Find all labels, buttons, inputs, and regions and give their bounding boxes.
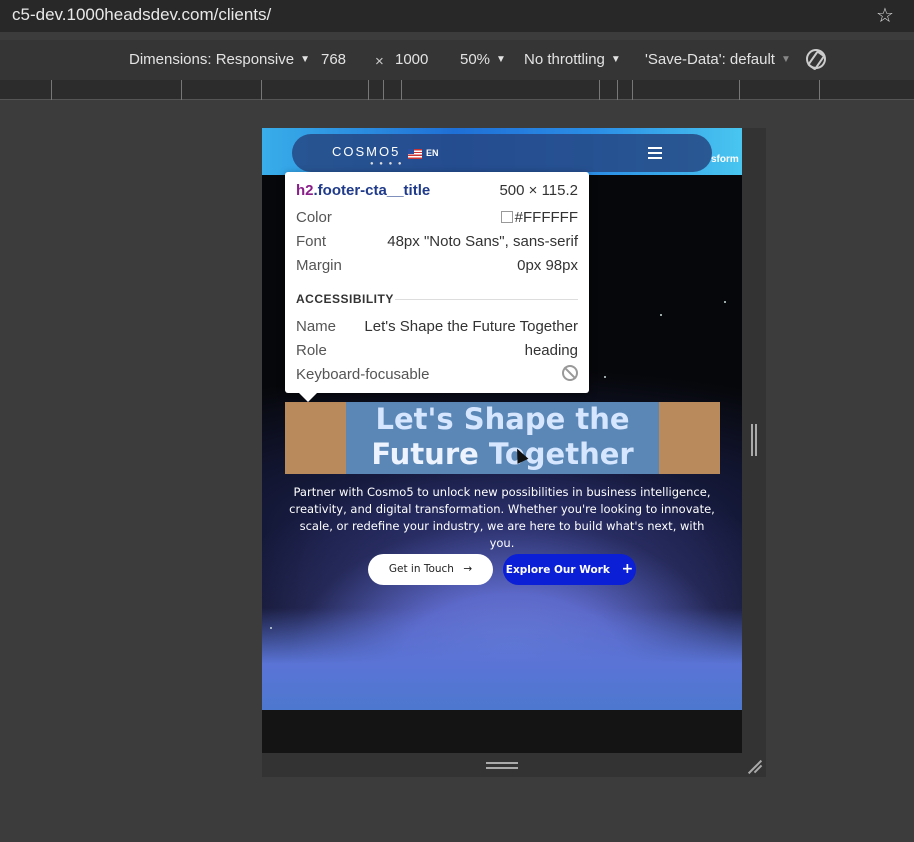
- arrow-right-icon: →: [463, 563, 473, 575]
- get-in-touch-button[interactable]: Get in Touch →: [368, 554, 493, 585]
- media-query-ruler: [0, 80, 914, 100]
- throttling-dropdown[interactable]: No throttling ▼: [524, 51, 621, 68]
- plus-icon: +: [621, 561, 634, 577]
- color-label: Color: [296, 209, 332, 226]
- throttling-label: No throttling: [524, 51, 605, 68]
- zoom-dropdown[interactable]: 50% ▼: [460, 51, 506, 68]
- nav-bar: COSMO5 ● ● ● ● EN: [292, 134, 712, 172]
- times-sign: ×: [375, 53, 384, 70]
- language-switch[interactable]: EN: [426, 148, 439, 158]
- star-icon[interactable]: ☆: [876, 3, 894, 28]
- margin-label: Margin: [296, 257, 342, 274]
- resize-handle-right[interactable]: [751, 424, 757, 456]
- star-dot: [270, 627, 272, 629]
- dropdown-arrow-icon: ▼: [610, 54, 621, 65]
- role-value: heading: [524, 342, 578, 359]
- zoom-label: 50%: [460, 51, 491, 68]
- resize-handle-bottom[interactable]: [486, 762, 518, 769]
- resize-corner-handle[interactable]: [746, 759, 763, 775]
- color-swatch-icon: [500, 211, 513, 223]
- cta-title-rest: Together: [488, 437, 634, 471]
- rotate-icon[interactable]: [802, 45, 830, 73]
- margin-value: 0px 98px: [517, 257, 578, 274]
- width-input[interactable]: 768: [321, 51, 346, 68]
- element-size: 500 × 115.2: [499, 182, 578, 199]
- name-value: Let's Shape the Future Together: [364, 318, 578, 335]
- star-dot: [724, 301, 726, 303]
- browser-url-bar: c5-dev.1000headsdev.com/clients/ ☆: [0, 0, 914, 32]
- role-label: Role: [296, 342, 327, 359]
- accessibility-heading: ACCESSIBILITY: [296, 292, 394, 306]
- element-tag: h2: [296, 182, 314, 199]
- hamburger-menu-icon[interactable]: [648, 147, 662, 162]
- device-toolbar: Dimensions: Responsive ▼ 768 × 1000 50% ▼ …: [0, 40, 914, 80]
- explore-label: Explore Our Work: [505, 564, 610, 576]
- inspect-tooltip: h2.footer-cta__title 500 × 115.2 Color #…: [285, 172, 589, 402]
- dimensions-label: Dimensions: Responsive: [129, 51, 295, 68]
- name-label: Name: [296, 318, 337, 335]
- tooltip-header: h2.footer-cta__title 500 × 115.2: [296, 182, 578, 202]
- dropdown-arrow-icon: ▼: [300, 54, 310, 65]
- dropdown-arrow-icon: ▼: [496, 54, 506, 65]
- logo-dots: ● ● ● ●: [370, 161, 404, 167]
- star-dot: [604, 376, 606, 378]
- section-divider: [395, 299, 578, 300]
- color-value: #FFFFFF: [514, 209, 578, 226]
- font-label: Font: [296, 233, 327, 250]
- nav-text-overflow: sform: [711, 154, 739, 165]
- font-value: 48px "Noto Sans", sans-serif: [387, 233, 578, 250]
- star-dot: [660, 314, 662, 316]
- footer-cta-title: Let's Shape the Future Together: [346, 402, 659, 474]
- cta-title-bold: Future: [371, 437, 479, 471]
- site-logo[interactable]: COSMO5: [332, 144, 400, 159]
- address-text[interactable]: c5-dev.1000headsdev.com/clients/: [12, 5, 271, 25]
- explore-our-work-button[interactable]: Explore Our Work +: [503, 554, 636, 585]
- not-focusable-icon: [562, 365, 578, 381]
- get-in-touch-label: Get in Touch: [388, 563, 454, 575]
- cta-description: Partner with Cosmo5 to unlock new possib…: [289, 485, 715, 550]
- height-input[interactable]: 1000: [395, 51, 428, 68]
- us-flag-icon[interactable]: [408, 149, 422, 159]
- save-data-dropdown[interactable]: 'Save-Data': default ▼: [645, 51, 791, 68]
- viewport-overflow-area: [262, 710, 742, 753]
- focusable-label: Keyboard-focusable: [296, 366, 430, 383]
- dropdown-arrow-icon: ▼: [780, 54, 791, 65]
- cta-title-line1: Let's Shape the: [375, 402, 630, 436]
- element-class: .footer-cta__title: [313, 182, 431, 199]
- dimensions-dropdown[interactable]: Dimensions: Responsive ▼: [129, 51, 310, 68]
- save-data-label: 'Save-Data': default: [645, 51, 775, 68]
